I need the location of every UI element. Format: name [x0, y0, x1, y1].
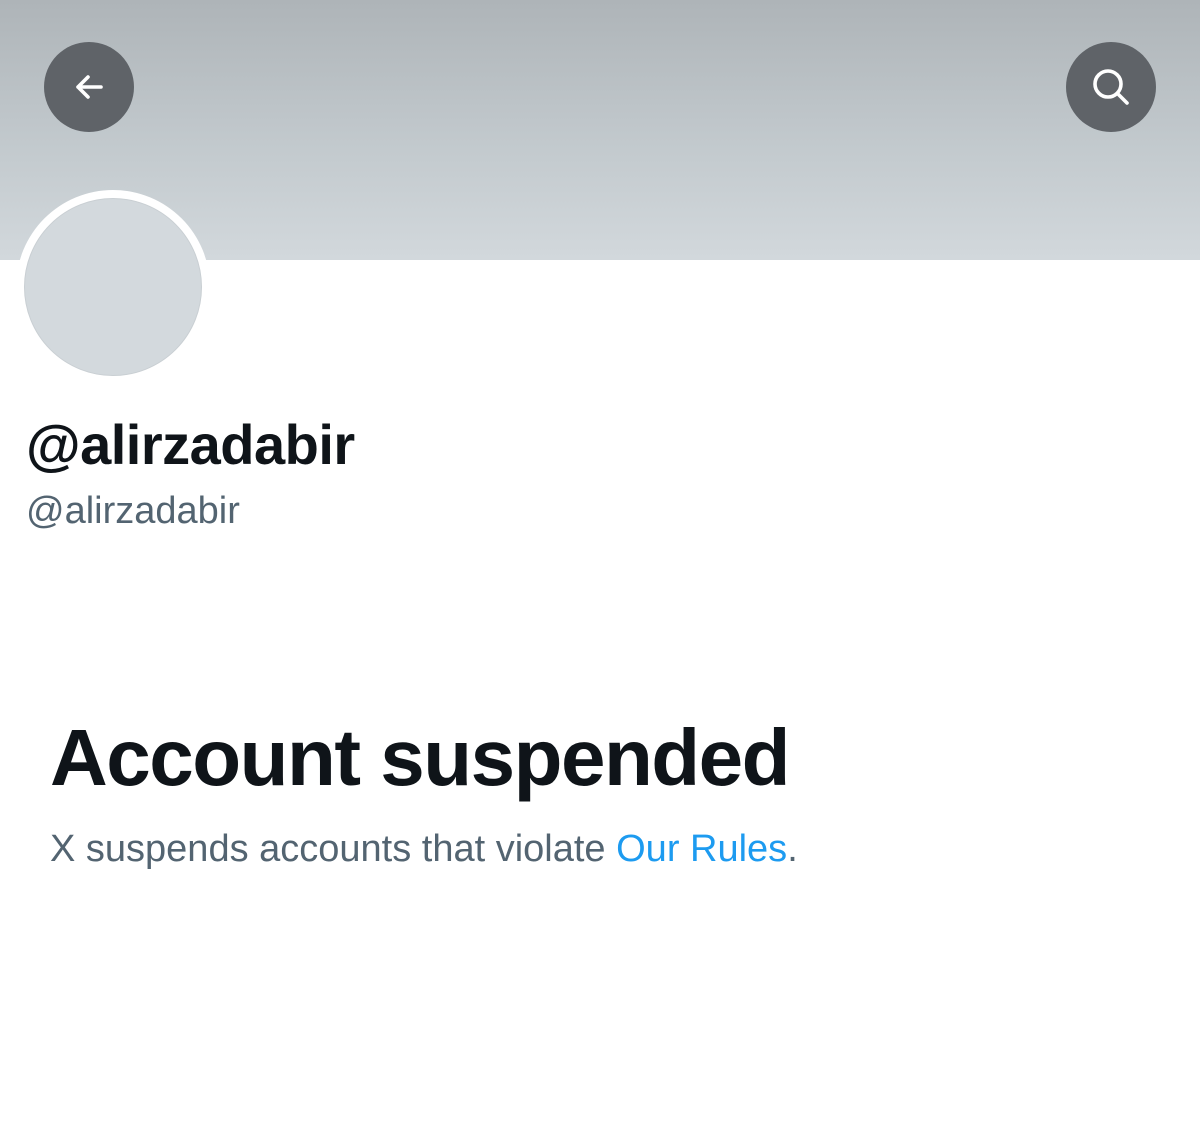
arrow-left-icon [76, 75, 103, 99]
description-text: X suspends accounts that violate [50, 828, 617, 870]
suspension-title: Account suspended [50, 713, 791, 802]
profile-handle: @alirzadabir [26, 490, 240, 532]
avatar-frame [16, 190, 210, 384]
profile-display-name: @alirzadabir [26, 413, 355, 476]
back-button[interactable] [44, 42, 134, 132]
suspension-description: X suspends accounts that violate Our Rul… [50, 828, 798, 871]
search-icon [1093, 69, 1129, 105]
our-rules-link[interactable]: Our Rules [616, 828, 787, 870]
description-period: . [787, 828, 798, 870]
search-button[interactable] [1066, 42, 1156, 132]
avatar[interactable] [24, 198, 202, 376]
